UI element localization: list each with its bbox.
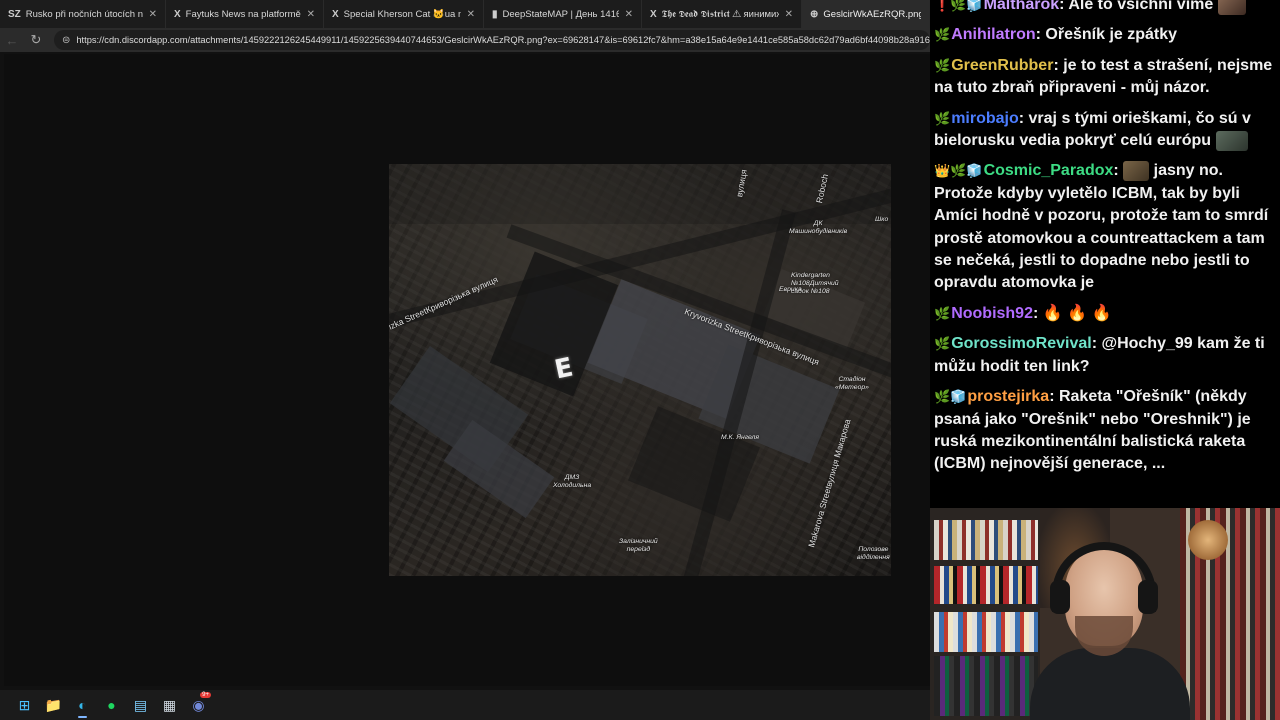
globe-decoration [1188, 520, 1228, 560]
emote-icon [1217, 0, 1246, 15]
deepstate-favicon-icon: ▮ [492, 8, 498, 20]
chat-username[interactable]: Noobish92 [951, 305, 1033, 322]
chat-message: 🌿🧊prostejirka: Raketa "Ořešník" (někdy p… [934, 388, 1251, 473]
tab-title: GeslcirWkAEzRQR.png (754×6 [823, 8, 921, 20]
windows-start-icon[interactable]: ⊞ [10, 692, 39, 718]
map-place-label: ДМЗ Холодильна [553, 474, 592, 489]
tab-bar: SZ Rusko při nočních útocích na Ukra ✕ X… [0, 0, 930, 28]
chat-message: 🌿Anihilatron: Ořešník je zpátky [934, 24, 1274, 46]
chat-badges-icon: 🌿 [934, 305, 951, 321]
close-tab-icon[interactable]: ✕ [785, 9, 793, 20]
chat-badges-icon: 🌿🧊 [934, 389, 967, 405]
chat-text: Ale to všichni víme [1068, 0, 1214, 13]
globe-icon: ⊕ [810, 8, 819, 20]
chat-badges-icon: 👑🌿🧊 [934, 163, 983, 179]
emote-icon [1215, 130, 1248, 151]
edge-browser-icon[interactable]: ◐ [68, 692, 97, 718]
url-text: https://cdn.discordapp.com/attachments/1… [76, 35, 930, 45]
close-tab-icon[interactable]: ✕ [625, 9, 633, 20]
close-tab-icon[interactable]: ✕ [467, 9, 475, 20]
tab-kherson-cat[interactable]: X Special Kherson Cat 🐱ua na platf ✕ [324, 0, 484, 28]
tab-title: 𝕿𝖍𝖊 𝕯𝖊𝖆𝖉 𝕯𝖎𝖘𝖙𝖗𝖎𝖈𝖙 ⚠ яинимижа на п [661, 8, 779, 20]
chat-username[interactable]: Anihilatron [951, 26, 1035, 43]
chat-username[interactable]: GreenRubber [951, 57, 1053, 74]
chat-message: 🌿GreenRubber: je to test a strašení, nej… [934, 56, 1273, 97]
spotify-icon[interactable]: ● [97, 692, 126, 718]
calculator-icon[interactable]: ▦ [155, 692, 184, 718]
tab-title: Rusko při nočních útocích na Ukra [25, 8, 143, 20]
chat-username[interactable]: Maltharok [984, 0, 1060, 13]
reload-icon[interactable]: ↻ [24, 28, 48, 52]
x-logo-icon: X [332, 8, 339, 20]
x-logo-icon: X [174, 8, 181, 20]
chat-text: Ořešník je zpátky [1045, 26, 1178, 44]
tab-title: Special Kherson Cat 🐱ua na platf [343, 8, 461, 20]
file-explorer-icon[interactable]: 📁 [39, 692, 68, 718]
emote-icon [1123, 161, 1150, 182]
notepad-icon[interactable]: ▤ [126, 692, 155, 718]
chat-message: 👑🌿🧊Cosmic_Paradox: jasny no. Protože kdy… [934, 161, 1269, 292]
close-tab-icon[interactable]: ✕ [307, 9, 315, 20]
map-place-label: Еврика [779, 286, 802, 293]
chat-username[interactable]: Cosmic_Paradox [984, 162, 1114, 179]
chat-message: 🌿mirobajo: vraj s tými orieškami, čo sú … [934, 109, 1251, 151]
notification-badge: 9+ [200, 692, 211, 698]
site-info-icon[interactable]: ⊜ [62, 35, 70, 46]
map-place-label: Стадіон «Метеор» [835, 376, 869, 391]
chat-username[interactable]: mirobajo [951, 110, 1019, 127]
map-place-label: Шко [875, 216, 889, 223]
chat-message: 🌿GorossimoRevival: @Hochy_99 kam že ti m… [934, 335, 1265, 375]
webcam-feed [930, 508, 1280, 720]
x-logo-icon: X [650, 8, 657, 20]
map-place-label: Залізничний переїзд [619, 538, 658, 553]
discord-icon[interactable]: ◉ 9+ [184, 692, 213, 718]
chat-text: 🔥 🔥 🔥 [1042, 304, 1112, 322]
close-tab-icon[interactable]: ✕ [149, 9, 157, 20]
back-arrow-icon[interactable]: ← [0, 28, 24, 52]
sz-favicon-icon: SZ [8, 8, 21, 20]
chat-text: jasny no. Protože kdyby vyletělo ICBM, t… [934, 162, 1269, 292]
map-place-label: ДК Машинобудівників [789, 220, 848, 235]
chat-badges-icon: ❗🌿🧊 [934, 0, 983, 12]
browser-window: SZ Rusko při nočních útocích na Ukra ✕ X… [0, 0, 930, 690]
tab-dead-district[interactable]: X 𝕿𝖍𝖊 𝕯𝖊𝖆𝖉 𝕯𝖎𝖘𝖙𝖗𝖎𝖈𝖙 ⚠ яинимижа на п ✕ [642, 0, 802, 28]
map-place-label: Полозове відділення [857, 546, 890, 561]
chat-username[interactable]: prostejirka [967, 388, 1049, 405]
tab-title: Faytuks News na platformě X: „Fo [185, 8, 301, 20]
tab-image-active[interactable]: ⊕ GeslcirWkAEzRQR.png (754×6 [802, 0, 930, 28]
tab-deepstatemap[interactable]: ▮ DeepStateMAP | День 1416 | Мап ✕ [484, 0, 642, 28]
tab-sz-news[interactable]: SZ Rusko při nočních útocích na Ukra ✕ [0, 0, 166, 28]
chat-badges-icon: 🌿 [934, 27, 951, 43]
chat-message: ❗🌿🧊Maltharok: Ale to všichni víme [934, 0, 1274, 16]
satellite-map-image: E Kryvorizka StreetКриворізька вулиця iz… [389, 164, 891, 576]
tab-faytuks[interactable]: X Faytuks News na platformě X: „Fo ✕ [166, 0, 324, 28]
windows-taskbar: ⊞ 📁 ◐ ● ▤ ▦ ◉ 9+ [0, 690, 930, 720]
chat-badges-icon: 🌿 [934, 110, 951, 126]
chat-badges-icon: 🌿 [934, 57, 951, 73]
chat-badges-icon: 🌿 [934, 336, 951, 352]
chat-message: 🌿Noobish92: 🔥 🔥 🔥 [934, 303, 1274, 325]
tab-title: DeepStateMAP | День 1416 | Мап [502, 8, 619, 20]
chat-username[interactable]: GorossimoRevival [951, 335, 1092, 352]
browser-toolbar: ← ↻ ⊜ https://cdn.discordapp.com/attachm… [0, 28, 930, 52]
stream-chat-panel: ❗🌿🧊Maltharok: Ale to všichni víme 🌿Anihi… [930, 0, 1280, 508]
address-bar[interactable]: ⊜ https://cdn.discordapp.com/attachments… [54, 30, 930, 50]
map-place-label: М.К. Янгеля [721, 434, 760, 441]
